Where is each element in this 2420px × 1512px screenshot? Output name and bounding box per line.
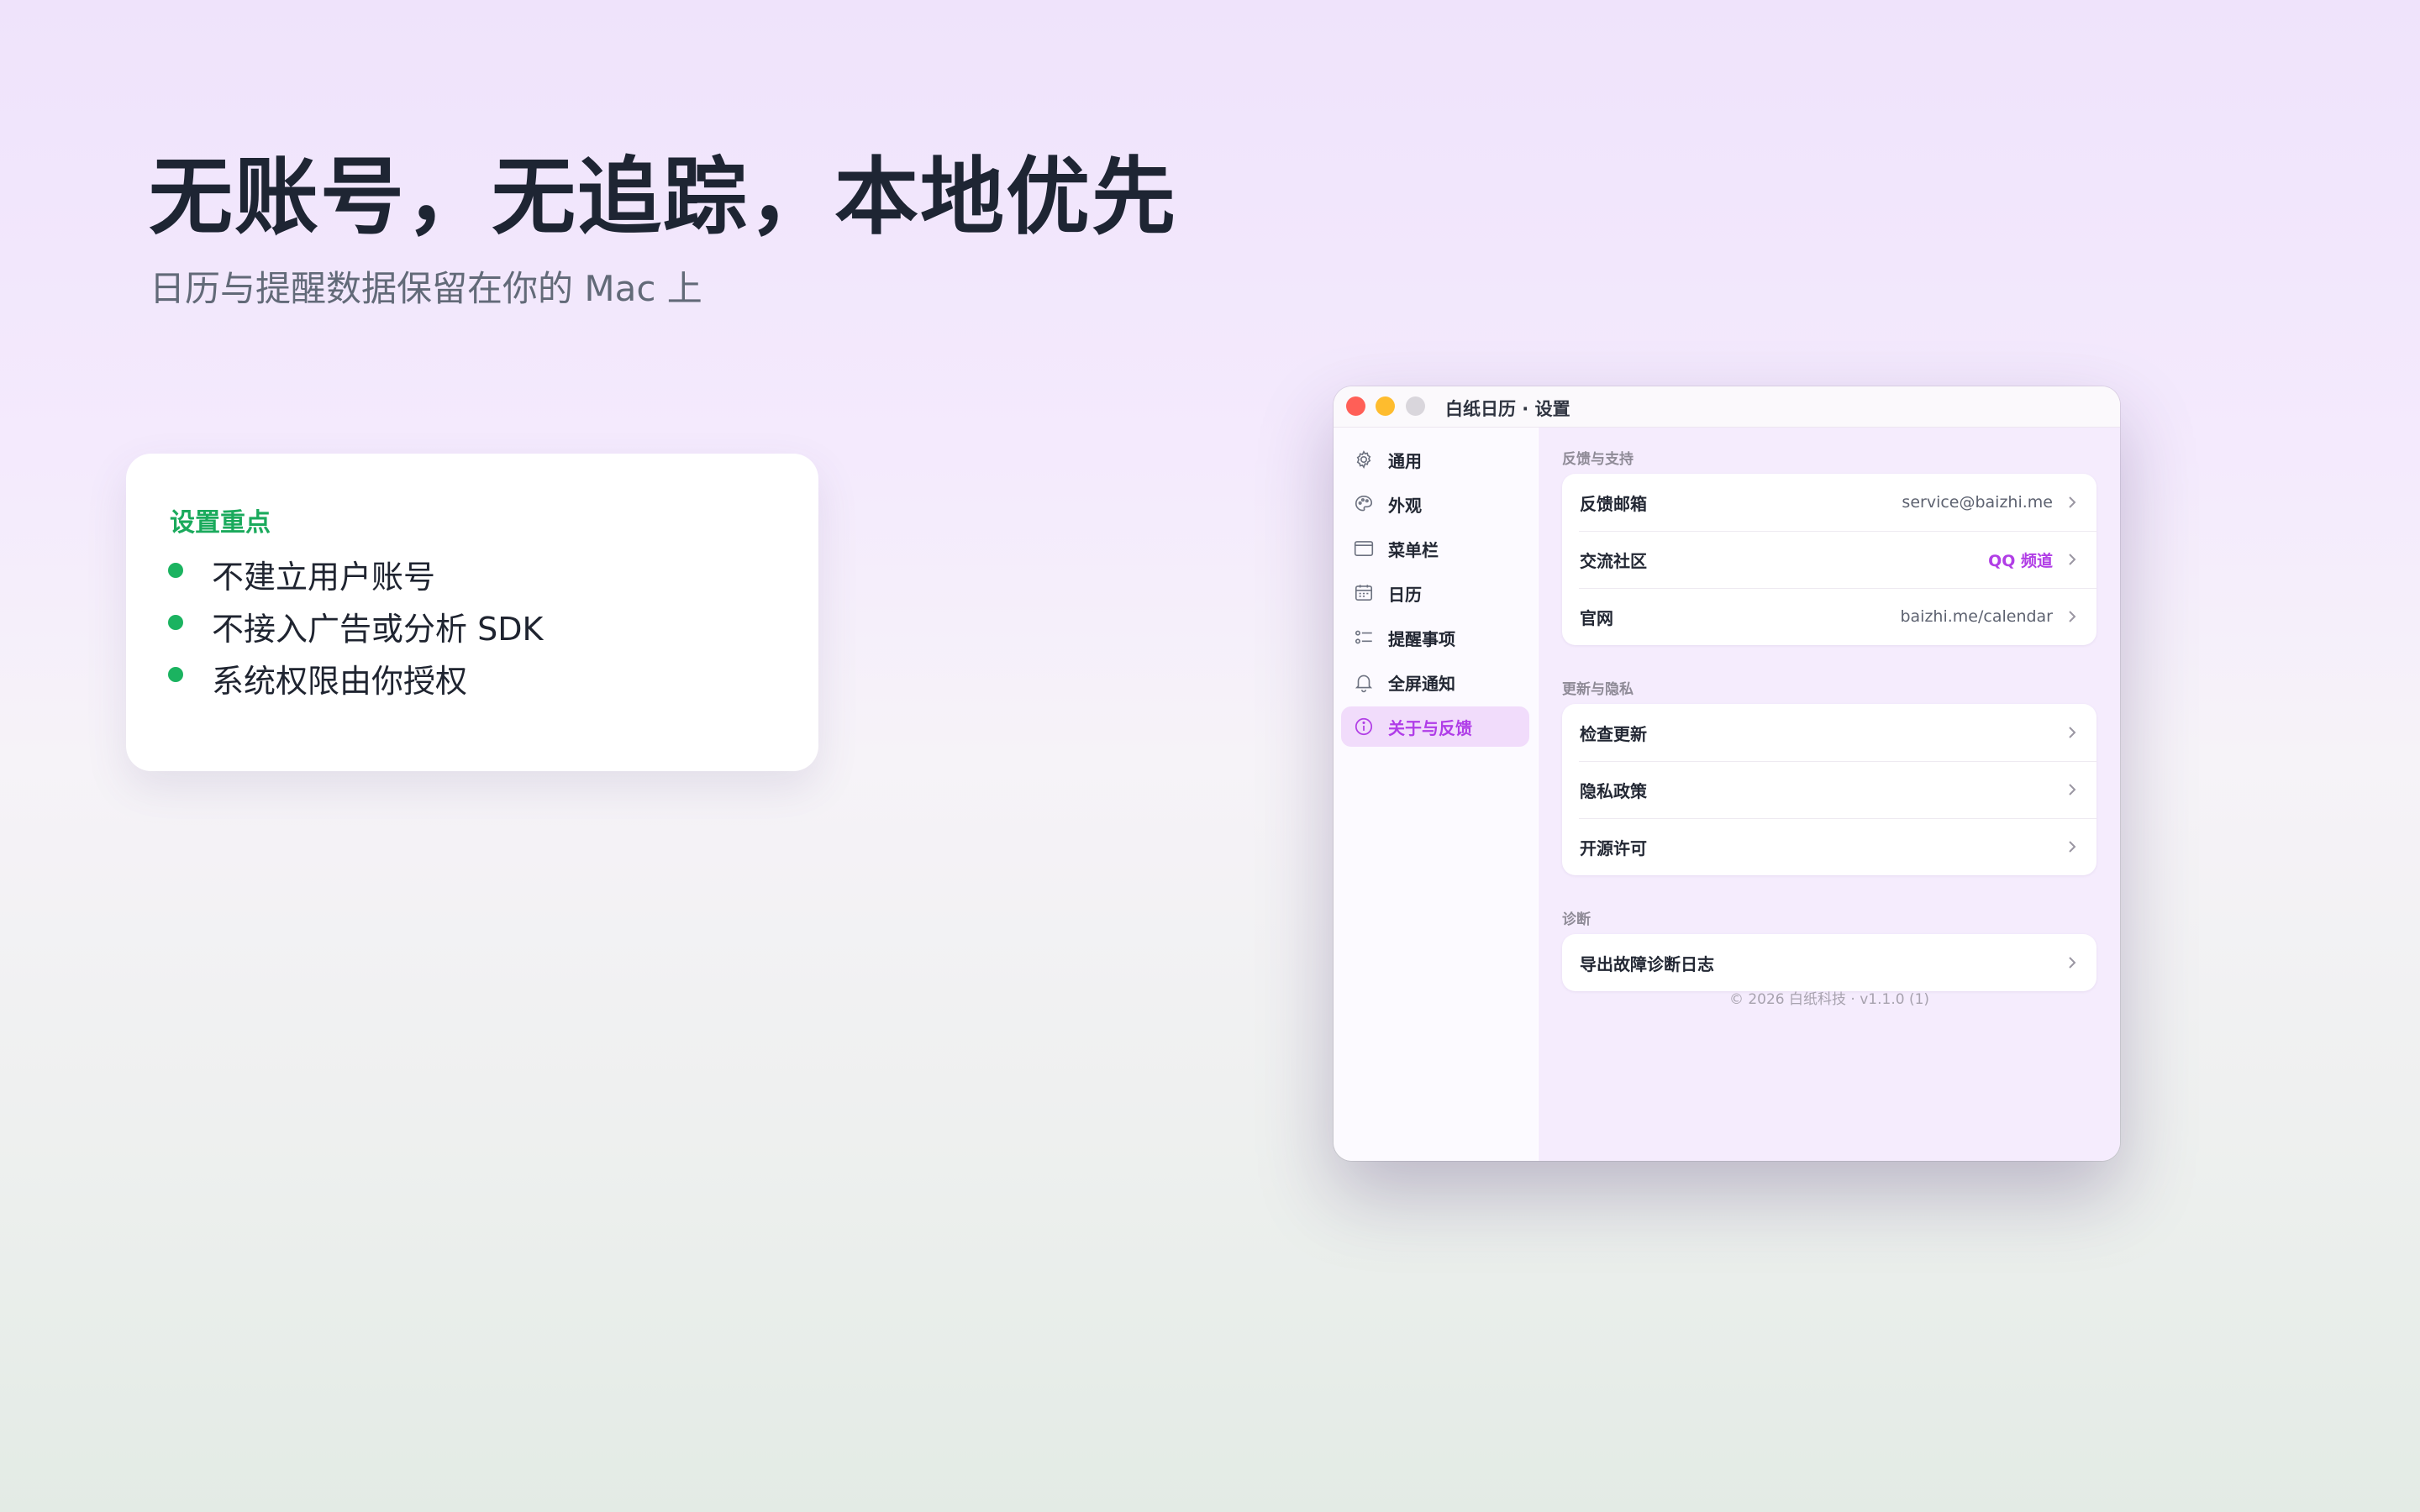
privacy-policy-row[interactable]: 隐私政策 <box>1562 761 2096 818</box>
zoom-window-button[interactable] <box>1406 396 1425 416</box>
sidebar-item-general[interactable]: 通用 <box>1341 439 1529 480</box>
list-item: 不接入广告或分析 SDK <box>168 600 543 652</box>
row-value: baizhi.me/calendar <box>1900 607 2053 626</box>
website-row[interactable]: 官网 baizhi.me/calendar <box>1562 588 2096 645</box>
sidebar-item-appearance[interactable]: 外观 <box>1341 484 1529 524</box>
list-item: 系统权限由你授权 <box>168 652 543 704</box>
chevron-right-icon <box>2069 727 2076 738</box>
highlights-list: 不建立用户账号 不接入广告或分析 SDK 系统权限由你授权 <box>168 548 543 704</box>
sidebar-item-label: 关于与反馈 <box>1388 717 1472 738</box>
row-label: 交流社区 <box>1580 550 1647 571</box>
bullet-dot <box>168 667 183 682</box>
sidebar-item-reminders[interactable]: 提醒事项 <box>1341 617 1529 658</box>
sidebar-item-label: 通用 <box>1388 450 1422 471</box>
feedback-email-row[interactable]: 反馈邮箱 service@baizhi.me <box>1562 474 2096 531</box>
window-titlebar: 白纸日历 · 设置 <box>1334 386 2120 428</box>
sidebar-item-menubar[interactable]: 菜单栏 <box>1341 528 1529 569</box>
bullet-dot <box>168 615 183 630</box>
section-title: 诊断 <box>1562 911 1591 928</box>
palette-icon <box>1353 493 1375 515</box>
checklist-icon <box>1353 627 1375 648</box>
sidebar-item-calendar[interactable]: 日历 <box>1341 573 1529 613</box>
calendar-icon <box>1353 582 1375 604</box>
chevron-right-icon <box>2069 841 2076 853</box>
chevron-right-icon <box>2069 784 2076 795</box>
minimize-window-button[interactable] <box>1376 396 1395 416</box>
open-source-license-row[interactable]: 开源许可 <box>1562 818 2096 875</box>
chevron-right-icon <box>2069 611 2076 622</box>
list-item-text: 不接入广告或分析 SDK <box>212 610 544 648</box>
row-label: 检查更新 <box>1580 723 1647 744</box>
chevron-right-icon <box>2069 496 2076 508</box>
row-label: 反馈邮箱 <box>1580 493 1647 514</box>
sidebar-item-label: 菜单栏 <box>1388 539 1439 560</box>
settings-highlights-card: 设置重点 不建立用户账号 不接入广告或分析 SDK 系统权限由你授权 <box>126 454 818 771</box>
sidebar-item-label: 提醒事项 <box>1388 628 1455 649</box>
copyright-footer: © 2026 白纸科技 · v1.1.0 (1) <box>1728 991 1930 1008</box>
bullet-dot <box>168 563 183 578</box>
check-update-row[interactable]: 检查更新 <box>1562 704 2096 761</box>
chevron-right-icon <box>2069 554 2076 565</box>
settings-window: 白纸日历 · 设置 通用 外观 菜单栏 日历 提醒事项 全屏通知 关于与反馈 反… <box>1334 386 2120 1161</box>
sidebar-item-fullscreen-notification[interactable]: 全屏通知 <box>1341 662 1529 702</box>
section-title: 反馈与支持 <box>1562 451 1634 468</box>
close-window-button[interactable] <box>1346 396 1365 416</box>
info-icon <box>1353 716 1375 738</box>
card-title: 设置重点 <box>170 508 271 538</box>
page-headline: 无账号，无追踪，本地优先 <box>149 148 1177 246</box>
sidebar-item-about-feedback[interactable]: 关于与反馈 <box>1341 706 1529 747</box>
feedback-support-group: 反馈邮箱 service@baizhi.me 交流社区 QQ 频道 官网 bai… <box>1562 474 2096 645</box>
bell-icon <box>1353 671 1375 693</box>
row-label: 官网 <box>1580 607 1613 628</box>
sidebar-item-label: 外观 <box>1388 495 1422 516</box>
row-label: 开源许可 <box>1580 837 1647 858</box>
list-item: 不建立用户账号 <box>168 548 543 600</box>
settings-sidebar: 通用 外观 菜单栏 日历 提醒事项 全屏通知 关于与反馈 <box>1334 428 1538 1161</box>
menubar-icon <box>1353 538 1375 559</box>
row-value: QQ 频道 <box>1988 551 2053 570</box>
row-label: 导出故障诊断日志 <box>1580 953 1714 974</box>
settings-content: 反馈与支持 反馈邮箱 service@baizhi.me 交流社区 QQ 频道 … <box>1539 428 2120 1161</box>
export-diagnostic-log-row[interactable]: 导出故障诊断日志 <box>1562 934 2096 991</box>
row-label: 隐私政策 <box>1580 780 1647 801</box>
update-privacy-group: 检查更新 隐私政策 开源许可 <box>1562 704 2096 875</box>
community-row[interactable]: 交流社区 QQ 频道 <box>1562 531 2096 588</box>
section-title: 更新与隐私 <box>1562 681 1634 698</box>
window-title: 白纸日历 · 设置 <box>1445 399 1570 419</box>
list-item-text: 不建立用户账号 <box>212 558 436 596</box>
sidebar-item-label: 全屏通知 <box>1388 673 1455 694</box>
page-subtitle: 日历与提醒数据保留在你的 Mac 上 <box>150 268 702 309</box>
gear-icon <box>1353 449 1375 470</box>
diagnostics-group: 导出故障诊断日志 <box>1562 934 2096 991</box>
sidebar-item-label: 日历 <box>1388 584 1422 605</box>
chevron-right-icon <box>2069 957 2076 969</box>
list-item-text: 系统权限由你授权 <box>212 662 468 700</box>
row-value: service@baizhi.me <box>1902 493 2053 512</box>
